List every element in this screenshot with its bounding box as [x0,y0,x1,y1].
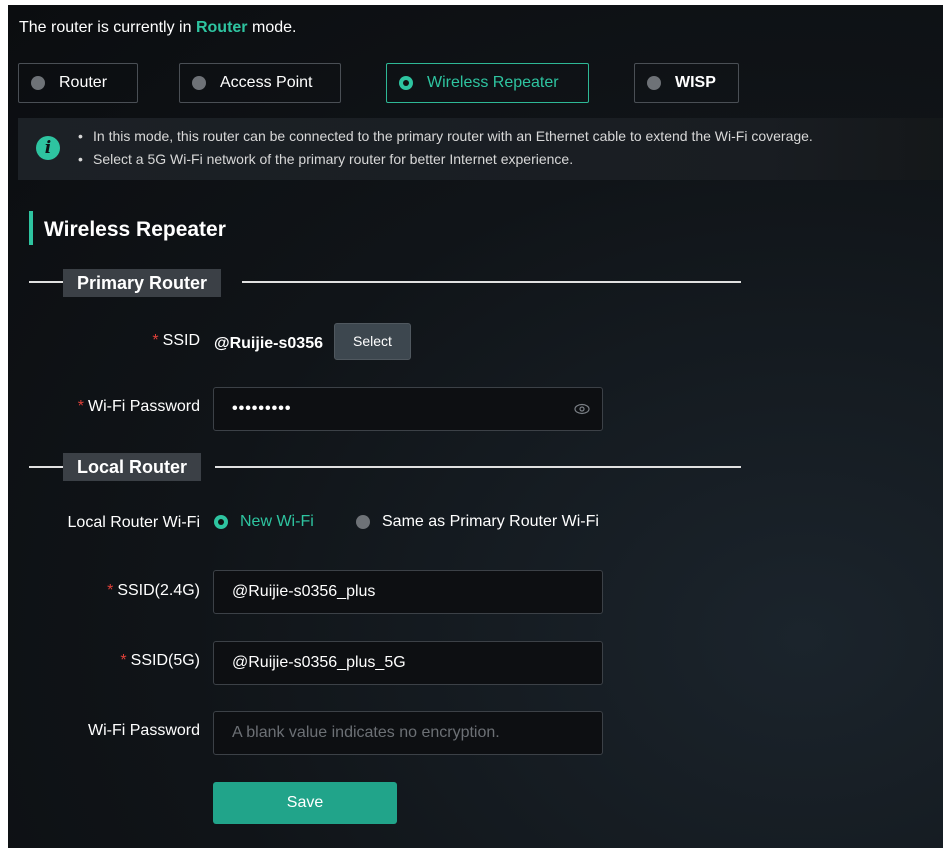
ssid24-label-text: SSID(2.4G) [117,582,200,599]
mode-option-label: Access Point [220,74,313,91]
mode-status: The router is currently in Router mode. [19,19,296,37]
mode-option-label: Wireless Repeater [427,74,559,91]
local-wifi-label: Local Router Wi-Fi [67,514,200,531]
primary-password-label-text: Wi-Fi Password [87,398,200,415]
ssid5-label: * SSID(5G) [80,652,200,670]
ssid5-input[interactable]: @Ruijie-s0356_plus_5G [213,641,603,685]
radio-selected-icon [214,515,228,529]
save-button[interactable]: Save [213,782,397,824]
divider-line [242,281,741,283]
info-line: Select a 5G Wi-Fi network of the primary… [78,151,573,167]
mode-option-label: WISP [675,74,716,91]
group-heading-primary-router: Primary Router [63,269,222,297]
radio-icon [192,76,206,90]
ssid5-label-text: SSID(5G) [130,652,200,669]
ssid-label: * SSID [128,332,200,350]
radio-icon [356,515,370,529]
page-frame: The router is currently in Router mode. … [8,5,943,848]
select-ssid-button[interactable]: Select [334,323,411,360]
radio-label: Same as Primary Router Wi-Fi [382,513,599,530]
info-line: In this mode, this router can be connect… [78,128,813,144]
ssid24-label: * SSID(2.4G) [80,582,200,600]
section-accent-bar [29,211,33,245]
radio-selected-icon [399,76,413,90]
divider-line [215,466,741,468]
eye-icon[interactable] [574,402,590,416]
mode-option-wireless-repeater[interactable]: Wireless Repeater [386,63,589,103]
info-box: i In this mode, this router can be conne… [18,118,943,180]
ssid-label-text: SSID [162,332,200,349]
ssid24-input[interactable]: @Ruijie-s0356_plus [213,570,603,614]
section-title: Wireless Repeater [44,218,226,241]
primary-password-input[interactable]: ••••••••• [213,387,603,431]
divider-line [29,466,63,468]
required-marker: * [120,652,127,669]
radio-icon [31,76,45,90]
mode-status-suffix: mode. [251,19,297,36]
password-mask: ••••••••• [232,400,292,417]
mode-option-router[interactable]: Router [18,63,138,103]
radio-icon [647,76,661,90]
primary-ssid-value: @Ruijie-s0356 [214,335,323,352]
primary-password-label: * Wi-Fi Password [48,398,200,416]
divider-line [29,281,63,283]
radio-new-wifi[interactable]: New Wi-Fi [214,513,314,531]
mode-option-wisp[interactable]: WISP [634,63,739,103]
group-heading-local-router: Local Router [63,453,202,481]
current-mode-name: Router [195,19,248,36]
mode-option-access-point[interactable]: Access Point [179,63,341,103]
local-password-input[interactable]: A blank value indicates no encryption. [213,711,603,755]
info-icon: i [36,136,60,160]
radio-same-as-primary[interactable]: Same as Primary Router Wi-Fi [356,513,599,531]
radio-label: New Wi-Fi [240,513,314,530]
required-marker: * [107,582,114,599]
required-marker: * [152,332,159,349]
local-password-label: Wi-Fi Password [87,722,200,739]
required-marker: * [77,398,84,415]
mode-status-prefix: The router is currently in [19,19,192,36]
mode-option-label: Router [59,74,108,91]
